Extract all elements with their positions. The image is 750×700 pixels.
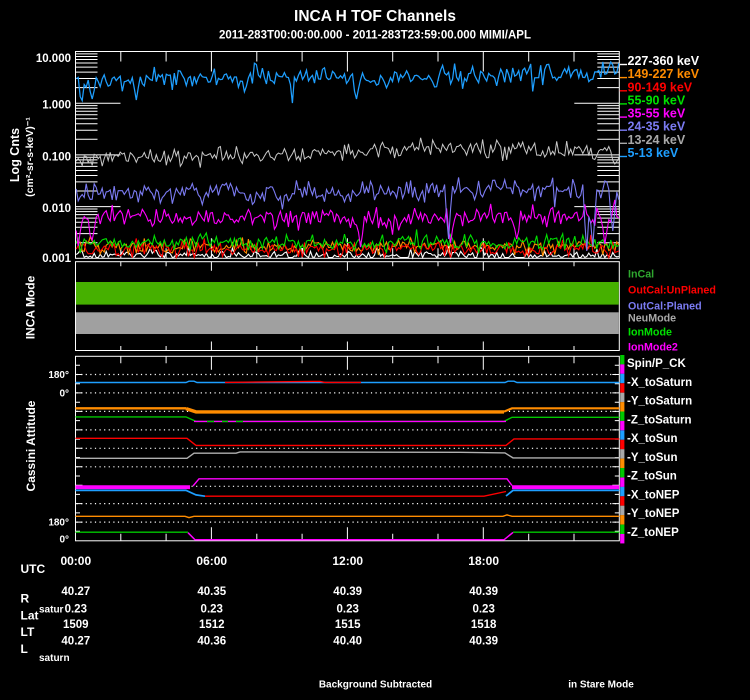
svg-text:LT: LT	[21, 625, 35, 639]
svg-text:0°: 0°	[59, 388, 69, 399]
svg-text:1512: 1512	[199, 619, 225, 631]
svg-text:40.40: 40.40	[333, 635, 362, 647]
svg-text:180°: 180°	[48, 370, 69, 381]
svg-text:1509: 1509	[63, 619, 89, 631]
svg-text:24-35 keV: 24-35 keV	[628, 120, 686, 134]
svg-text:0.010: 0.010	[42, 203, 71, 215]
svg-text:00:00: 00:00	[60, 554, 91, 568]
svg-text:227-360 keV: 227-360 keV	[628, 54, 700, 68]
svg-text:40.36: 40.36	[197, 635, 226, 647]
svg-text:IonMode: IonMode	[628, 327, 672, 339]
svg-text:Log Cnts: Log Cnts	[8, 128, 22, 182]
svg-text:40.27: 40.27	[61, 586, 90, 598]
svg-text:satur: satur	[39, 605, 64, 616]
svg-text:2011-283T00:00:00.000 - 2011-2: 2011-283T00:00:00.000 - 2011-283T23:59:0…	[219, 30, 531, 42]
svg-text:40.39: 40.39	[469, 635, 498, 647]
svg-text:35-55 keV: 35-55 keV	[628, 107, 686, 121]
svg-text:55-90 keV: 55-90 keV	[628, 93, 686, 107]
svg-text:0.23: 0.23	[65, 603, 87, 615]
svg-text:-Y_toSun: -Y_toSun	[627, 452, 677, 464]
svg-text:40.35: 40.35	[197, 586, 226, 598]
svg-text:-Z_toSun: -Z_toSun	[627, 471, 677, 483]
svg-text:in Stare Mode: in Stare Mode	[568, 680, 634, 691]
svg-text:0.23: 0.23	[472, 603, 494, 615]
svg-text:-Y_toSaturn: -Y_toSaturn	[627, 396, 692, 408]
svg-text:(cm²-sr-s-keV)⁻¹: (cm²-sr-s-keV)⁻¹	[24, 117, 36, 197]
svg-text:-Z_toNEP: -Z_toNEP	[627, 527, 679, 539]
svg-text:INCA H TOF Channels: INCA H TOF Channels	[294, 8, 456, 25]
svg-text:Cassini Attitude: Cassini Attitude	[24, 400, 38, 491]
svg-text:90-149 keV: 90-149 keV	[628, 80, 693, 94]
svg-text:Spin/P_CK: Spin/P_CK	[627, 358, 686, 370]
svg-text:40.39: 40.39	[469, 586, 498, 598]
svg-text:UTC: UTC	[21, 562, 46, 576]
svg-text:180°: 180°	[48, 518, 69, 529]
svg-text:0°: 0°	[59, 535, 69, 546]
svg-text:0.100: 0.100	[42, 152, 71, 164]
svg-text:12:00: 12:00	[332, 554, 363, 568]
svg-text:06:00: 06:00	[196, 554, 227, 568]
svg-text:149-227 keV: 149-227 keV	[628, 67, 700, 81]
svg-text:InCal: InCal	[628, 269, 654, 281]
svg-text:IonMode2: IonMode2	[628, 341, 678, 353]
svg-text:40.39: 40.39	[333, 586, 362, 598]
svg-text:-X_toNEP: -X_toNEP	[627, 489, 680, 501]
svg-text:5-13 keV: 5-13 keV	[628, 146, 679, 160]
svg-text:0.23: 0.23	[337, 603, 359, 615]
svg-text:18:00: 18:00	[468, 554, 499, 568]
svg-text:-X_toSaturn: -X_toSaturn	[627, 377, 692, 389]
svg-text:saturn: saturn	[39, 653, 70, 664]
svg-text:0.001: 0.001	[42, 253, 71, 265]
svg-text:1515: 1515	[335, 619, 361, 631]
svg-text:L: L	[21, 642, 28, 656]
svg-text:-Z_toSaturn: -Z_toSaturn	[627, 414, 692, 426]
svg-text:1518: 1518	[471, 619, 497, 631]
svg-text:Background Subtracted: Background Subtracted	[319, 680, 432, 691]
svg-text:R: R	[21, 592, 30, 606]
svg-text:-Y_toNEP: -Y_toNEP	[627, 508, 680, 520]
svg-text:Lat: Lat	[21, 608, 39, 622]
svg-text:10.000: 10.000	[36, 53, 71, 65]
svg-text:OutCal:UnPlaned: OutCal:UnPlaned	[628, 285, 716, 297]
svg-text:1.000: 1.000	[42, 100, 71, 112]
svg-text:40.27: 40.27	[61, 635, 90, 647]
svg-text:0.23: 0.23	[201, 603, 223, 615]
svg-text:INCA Mode: INCA Mode	[24, 275, 38, 339]
svg-text:13-24 keV: 13-24 keV	[628, 133, 686, 147]
svg-text:-X_toSun: -X_toSun	[627, 433, 677, 445]
svg-text:NeuMode: NeuMode	[628, 313, 676, 325]
svg-text:OutCal:Planed: OutCal:Planed	[628, 301, 702, 313]
